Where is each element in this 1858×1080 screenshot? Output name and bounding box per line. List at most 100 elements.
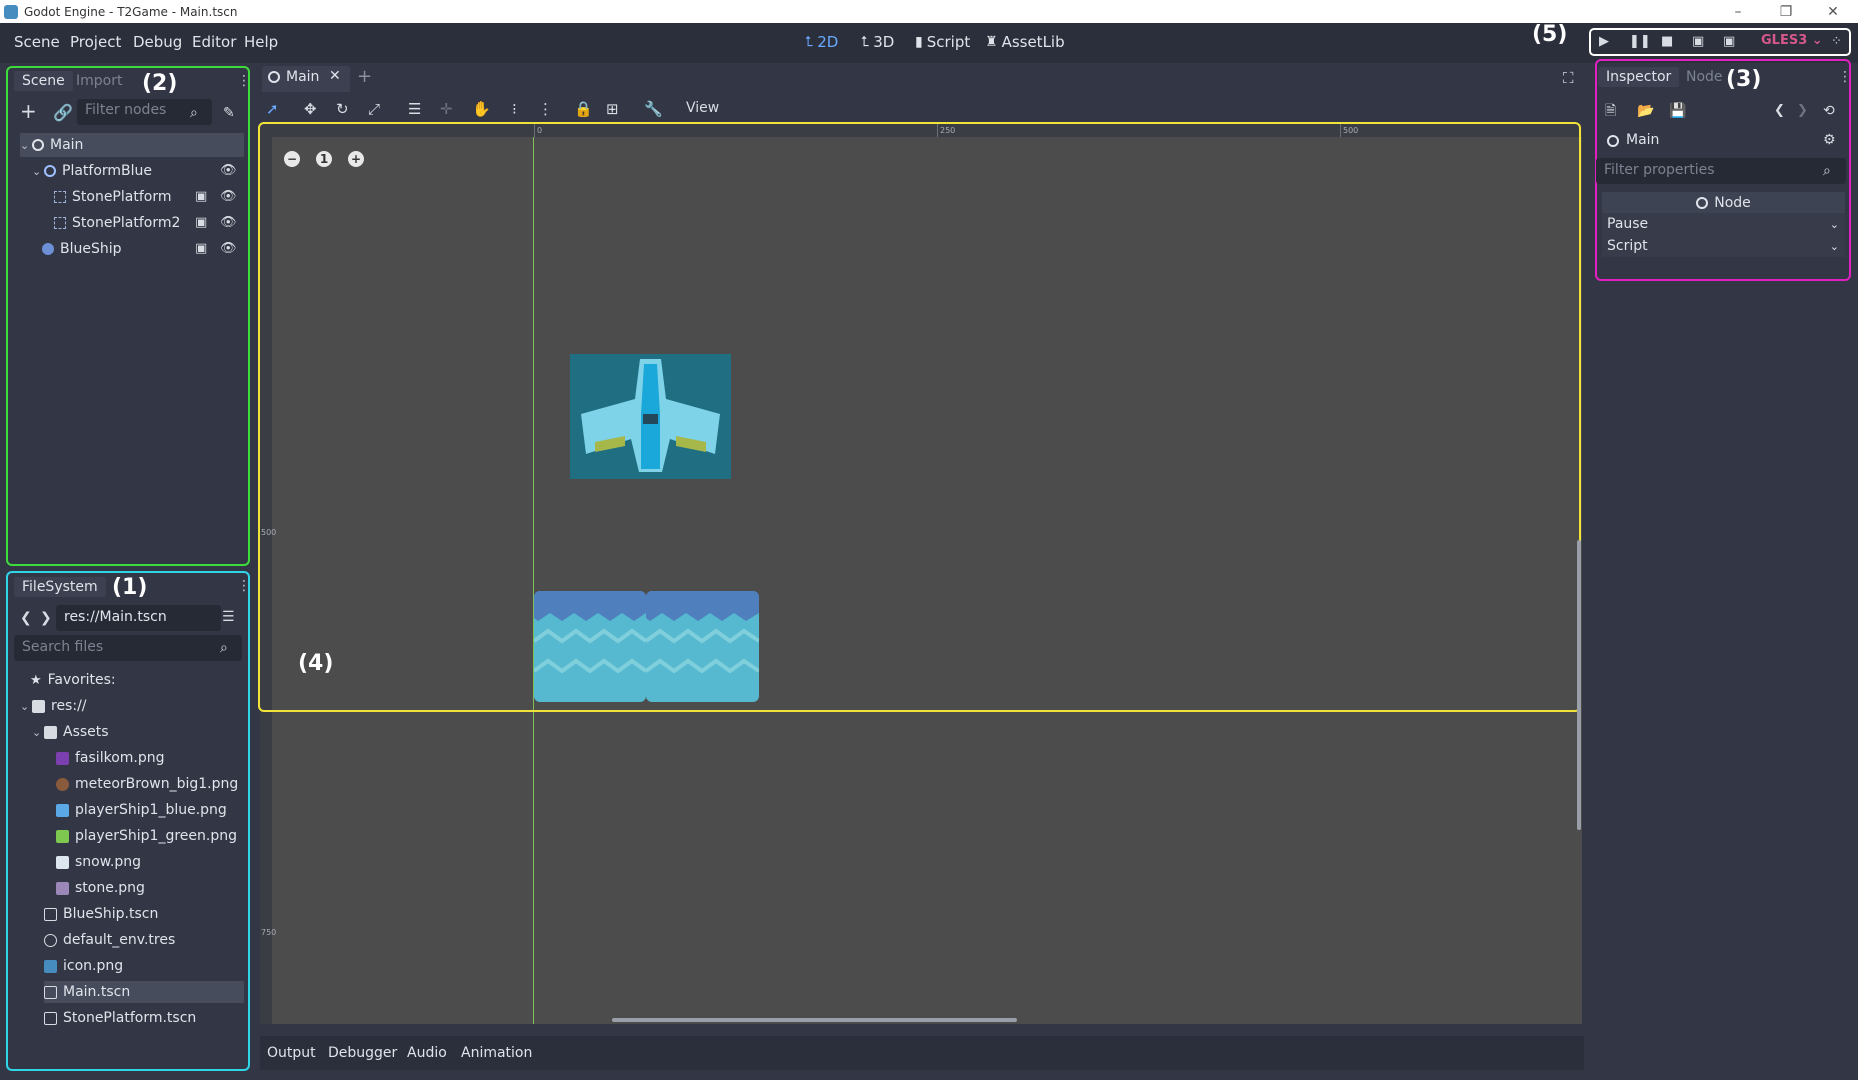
list-select-icon[interactable]: ☰: [408, 100, 421, 118]
open-scene-icon[interactable]: ▣: [195, 189, 207, 204]
save-resource-icon[interactable]: 💾: [1669, 103, 1686, 119]
workspace-3d-tab[interactable]: ⮤ 3D: [861, 33, 894, 51]
expand-arrow-icon[interactable]: ⌄: [32, 726, 44, 739]
tree-item-stoneplatform2[interactable]: StonePlatform2: [54, 211, 214, 235]
tab-filesystem[interactable]: FileSystem: [14, 577, 106, 597]
menu-help[interactable]: Help: [244, 33, 278, 51]
expand-arrow-icon[interactable]: ⌄: [32, 165, 44, 178]
pause-icon[interactable]: ❚❚: [1629, 34, 1651, 49]
skeleton-icon[interactable]: 🔧: [644, 100, 663, 118]
tree-item-stoneplatform[interactable]: StonePlatform: [54, 185, 214, 209]
inspector-property-pause[interactable]: Pause ⌄: [1602, 213, 1845, 235]
search-files-input[interactable]: [22, 639, 234, 655]
play-icon[interactable]: ▶: [1599, 34, 1609, 49]
filter-properties-field[interactable]: [1596, 158, 1846, 184]
history-back-icon[interactable]: ❮: [1774, 103, 1785, 119]
move-tool-icon[interactable]: ✥: [304, 100, 317, 118]
tab-inspector[interactable]: Inspector: [1598, 67, 1680, 87]
visibility-eye-icon[interactable]: 👁: [220, 189, 237, 204]
menu-editor[interactable]: Editor: [192, 33, 236, 51]
pan-tool-icon[interactable]: ✋: [472, 100, 491, 118]
workspace-assetlib-tab[interactable]: ♜ AssetLib: [985, 33, 1065, 51]
filter-nodes-input[interactable]: [85, 102, 204, 118]
history-icon[interactable]: ⟲: [1823, 103, 1835, 119]
workspace-script-tab[interactable]: ▮ Script: [915, 33, 970, 51]
scale-tool-icon[interactable]: ⤢: [368, 100, 380, 118]
object-properties-icon[interactable]: ⚙: [1823, 132, 1836, 148]
fs-file-stone[interactable]: stone.png: [56, 877, 244, 899]
rotate-tool-icon[interactable]: ↻: [336, 100, 349, 118]
tree-item-platformblue[interactable]: ⌄ PlatformBlue: [32, 159, 244, 183]
lock-icon[interactable]: 🔒: [574, 100, 593, 118]
script-attach-icon[interactable]: ✎: [223, 105, 235, 121]
inspector-section-node[interactable]: Node: [1602, 192, 1845, 214]
add-node-icon[interactable]: +: [20, 101, 37, 121]
fs-favorites[interactable]: ★ Favorites:: [30, 669, 244, 691]
fs-file-meteor[interactable]: meteorBrown_big1.png: [56, 773, 244, 795]
distraction-free-icon[interactable]: ⛶: [1563, 69, 1574, 87]
instance-scene-icon[interactable]: 🔗: [53, 105, 73, 121]
fs-file-snow[interactable]: snow.png: [56, 851, 244, 873]
tab-import[interactable]: Import: [76, 73, 122, 89]
expand-arrow-icon[interactable]: ⌄: [20, 139, 32, 152]
fs-file-main-scene[interactable]: Main.tscn: [44, 981, 244, 1003]
fs-file-blueship-scene[interactable]: BlueShip.tscn: [44, 903, 244, 925]
menu-scene[interactable]: Scene: [14, 33, 60, 51]
snap-icon[interactable]: ⁝: [512, 100, 517, 118]
menu-project[interactable]: Project: [70, 33, 121, 51]
fs-file-stoneplatform-scene[interactable]: StonePlatform.tscn: [44, 1007, 244, 1029]
vertical-scrollbar[interactable]: [1577, 540, 1581, 830]
select-tool-icon[interactable]: ➚: [266, 100, 279, 118]
visibility-eye-icon[interactable]: 👁: [220, 241, 237, 256]
pivot-tool-icon[interactable]: ✛: [440, 100, 453, 118]
horizontal-scrollbar[interactable]: [612, 1018, 1017, 1022]
close-tab-icon[interactable]: ✕: [329, 68, 341, 84]
history-forward-icon[interactable]: ❯: [1797, 103, 1808, 119]
tab-audio[interactable]: Audio: [407, 1045, 447, 1061]
open-scene-icon[interactable]: ▣: [195, 241, 207, 256]
expand-arrow-icon[interactable]: ⌄: [20, 700, 32, 713]
search-files-field[interactable]: [14, 635, 242, 661]
back-icon[interactable]: ❮: [20, 610, 32, 626]
forward-icon[interactable]: ❯: [40, 610, 52, 626]
inspector-menu-icon[interactable]: ⋮: [1838, 69, 1852, 85]
fs-file-default-env[interactable]: default_env.tres: [44, 929, 244, 951]
open-resource-icon[interactable]: 📂: [1637, 103, 1654, 119]
tab-scene[interactable]: Scene: [14, 71, 73, 91]
play-custom-scene-icon[interactable]: ▣: [1723, 34, 1735, 49]
stop-icon[interactable]: ■: [1661, 34, 1673, 49]
tree-item-blueship[interactable]: BlueShip: [42, 237, 202, 261]
tab-output[interactable]: Output: [267, 1045, 316, 1061]
tree-item-main[interactable]: ⌄ Main: [20, 133, 244, 157]
view-menu[interactable]: View: [686, 100, 719, 116]
fs-file-ship-green[interactable]: playerShip1_green.png: [56, 825, 244, 847]
tab-debugger[interactable]: Debugger: [328, 1045, 397, 1061]
scene-dock-menu-icon[interactable]: ⋮: [237, 73, 251, 89]
play-scene-icon[interactable]: ▣: [1692, 34, 1704, 49]
new-tab-icon[interactable]: +: [357, 66, 372, 87]
filter-properties-input[interactable]: [1604, 162, 1838, 178]
split-view-icon[interactable]: ☰: [222, 609, 235, 625]
menu-debug[interactable]: Debug: [133, 33, 182, 51]
workspace-2d-tab[interactable]: ⮤ 2D: [805, 33, 838, 51]
new-resource-icon[interactable]: 🗎: [1605, 103, 1616, 119]
tab-node[interactable]: Node: [1686, 69, 1723, 85]
tab-animation[interactable]: Animation: [461, 1045, 532, 1061]
visibility-eye-icon[interactable]: 👁: [220, 215, 237, 230]
snap-options-icon[interactable]: ⋮: [538, 100, 553, 118]
renderer-selector[interactable]: GLES3 ⌄: [1761, 33, 1823, 48]
fs-res-root[interactable]: ⌄ res://: [20, 695, 244, 717]
fs-file-icon[interactable]: icon.png: [44, 955, 244, 977]
group-icon[interactable]: ⊞: [606, 100, 619, 118]
filesystem-menu-icon[interactable]: ⋮: [237, 578, 251, 594]
close-window-button[interactable]: ✕: [1810, 0, 1856, 23]
maximize-button[interactable]: ❐: [1763, 0, 1809, 23]
visibility-eye-icon[interactable]: 👁: [220, 163, 237, 178]
open-scene-icon[interactable]: ▣: [195, 215, 207, 230]
minimize-button[interactable]: –: [1715, 0, 1761, 23]
path-field[interactable]: res://Main.tscn: [56, 605, 221, 631]
inspector-property-script[interactable]: Script ⌄: [1602, 235, 1845, 257]
fs-assets-folder[interactable]: ⌄ Assets: [32, 721, 244, 743]
fs-file-fasilkom[interactable]: fasilkom.png: [56, 747, 244, 769]
fs-file-ship-blue[interactable]: playerShip1_blue.png: [56, 799, 244, 821]
